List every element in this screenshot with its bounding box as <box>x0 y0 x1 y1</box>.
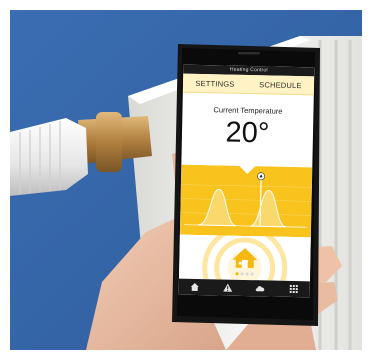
temperature-schedule-graph <box>179 164 313 238</box>
current-temperature-label: Current Temperature <box>213 105 283 116</box>
phone-screen: Heating Control SETTINGS SCHEDULE Curren… <box>178 64 315 298</box>
cloud-icon[interactable] <box>255 282 267 294</box>
home-section <box>178 234 311 282</box>
current-temperature-value: 20° <box>225 116 270 150</box>
app-title: Heating Control <box>229 66 268 74</box>
warning-icon[interactable] <box>222 282 234 294</box>
home-icon[interactable] <box>189 281 201 293</box>
bottom-navigation <box>178 278 310 298</box>
top-navigation: SETTINGS SCHEDULE <box>182 73 315 96</box>
home-rings <box>202 234 288 282</box>
tab-schedule[interactable]: SCHEDULE <box>259 80 302 90</box>
grid-icon[interactable] <box>287 283 299 295</box>
tab-settings[interactable]: SETTINGS <box>195 78 234 88</box>
